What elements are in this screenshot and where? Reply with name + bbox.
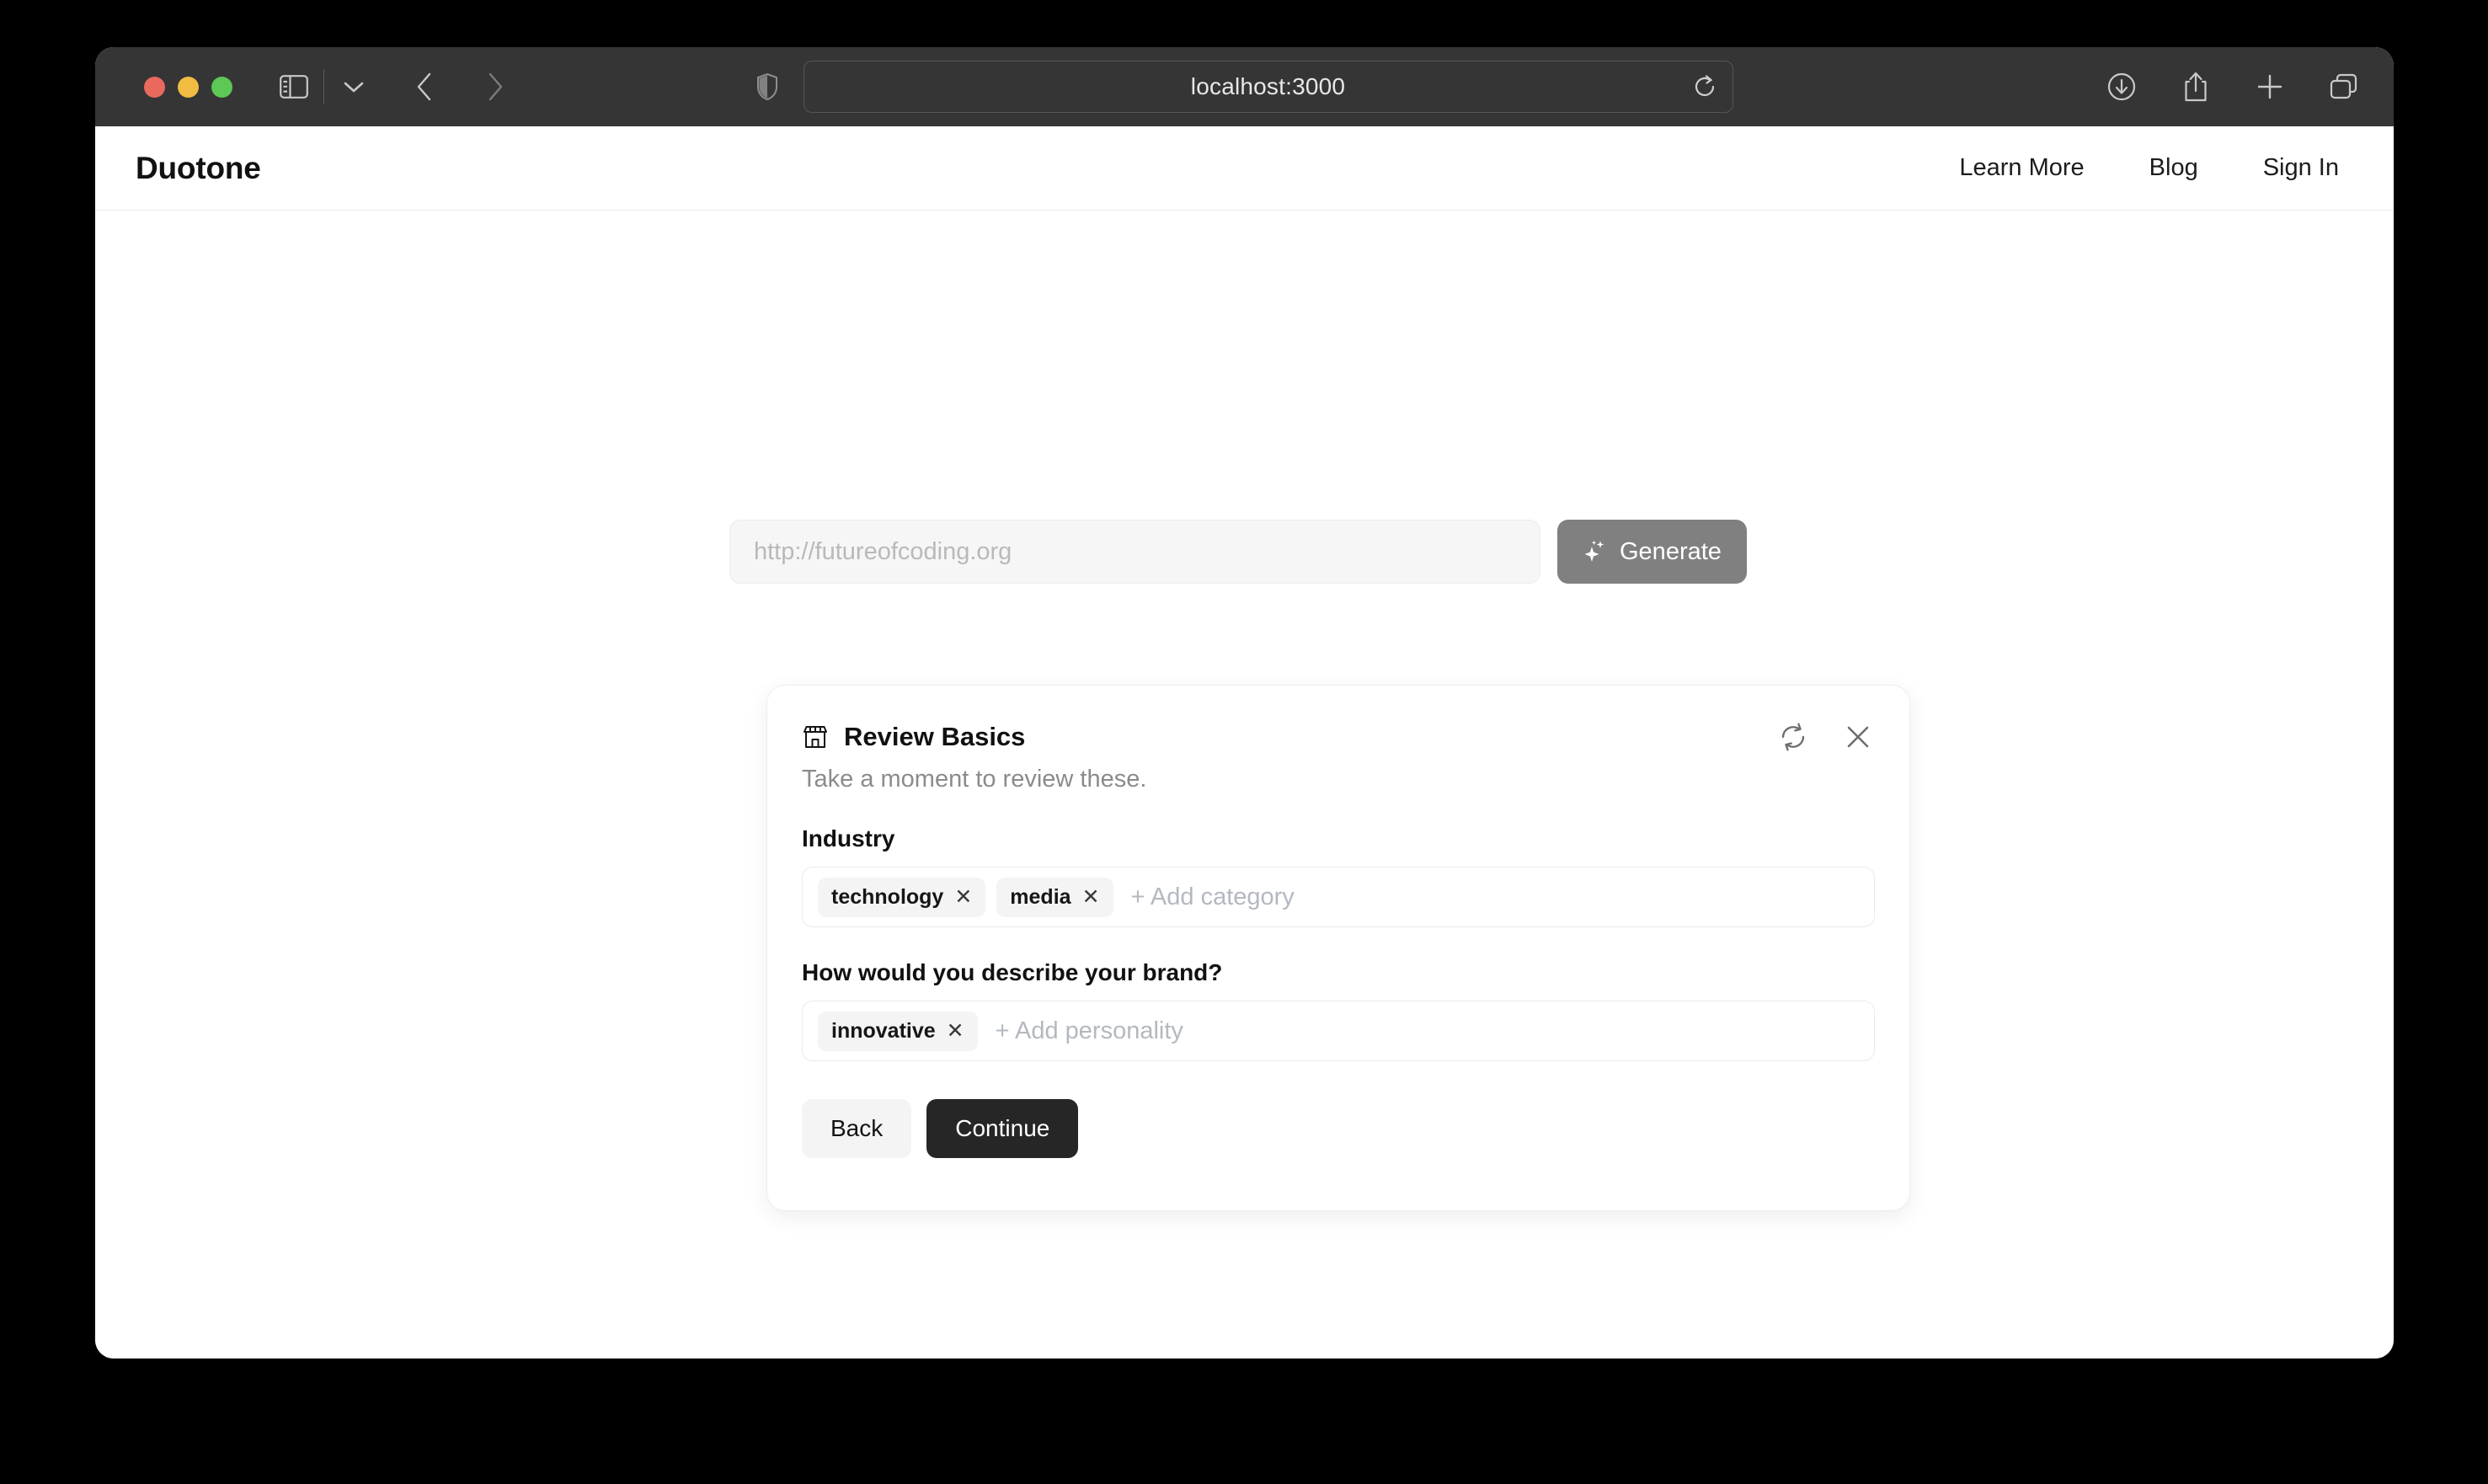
maximize-window-button[interactable] [211,76,232,98]
add-category-placeholder[interactable]: + Add category [1131,883,1295,911]
privacy-shield-icon[interactable] [756,73,778,100]
tag-label: innovative [831,1018,936,1043]
browser-toolbar-right [2101,66,2365,108]
tag-remove-icon[interactable]: ✕ [947,1020,964,1042]
storefront-icon [802,723,829,750]
generate-button-label: Generate [1620,537,1722,565]
nav-link-learn-more[interactable]: Learn More [1959,154,2084,182]
address-bar-text: localhost:3000 [1190,73,1346,99]
card-footer: Back Continue [802,1099,1875,1158]
browser-window: localhost:3000 Duotone Learn More Blog S… [95,47,2394,1359]
tag-innovative[interactable]: innovative ✕ [818,1011,978,1051]
tag-label: technology [831,884,944,909]
address-bar[interactable]: localhost:3000 [803,61,1733,113]
url-input[interactable]: http://futureofcoding.org [729,520,1540,584]
traffic-lights [144,76,232,98]
nav-link-blog[interactable]: Blog [2149,154,2198,182]
close-window-button[interactable] [144,76,165,98]
url-input-placeholder: http://futureofcoding.org [754,537,1012,565]
brand-logo[interactable]: Duotone [136,151,261,186]
back-button[interactable]: Back [802,1099,912,1158]
card-title: Review Basics [844,722,1026,751]
sparkles-icon [1583,539,1608,564]
tag-remove-icon[interactable]: ✕ [1082,886,1100,908]
chevron-down-icon[interactable] [329,62,378,111]
field-label-brand: How would you describe your brand? [802,959,1223,985]
refresh-icon[interactable] [1779,723,1807,751]
close-icon[interactable] [1845,723,1871,750]
page-content: Duotone Learn More Blog Sign In http://f… [95,126,2394,1359]
minimize-window-button[interactable] [178,76,199,98]
card-subtitle: Take a moment to review these. [802,766,1147,793]
url-bar-zone: localhost:3000 [756,61,1733,113]
sidebar-icon[interactable] [270,62,318,111]
downloads-icon[interactable] [2101,66,2143,108]
back-arrow-icon[interactable] [400,62,449,111]
industry-tag-input[interactable]: technology ✕ media ✕ + Add category [802,867,1875,927]
tag-technology[interactable]: technology ✕ [818,877,986,917]
add-personality-placeholder[interactable]: + Add personality [996,1017,1183,1045]
toolbar-divider [323,69,324,104]
site-nav: Learn More Blog Sign In [1959,154,2347,182]
personality-tag-input[interactable]: innovative ✕ + Add personality [802,1001,1875,1061]
new-tab-icon[interactable] [2249,66,2291,108]
browser-nav-group [270,62,520,111]
review-basics-card: Review Basics Take a moment to review th… [766,685,1910,1211]
continue-button[interactable]: Continue [926,1099,1079,1158]
tag-media[interactable]: media ✕ [996,877,1113,917]
browser-titlebar: localhost:3000 [95,47,2394,126]
reload-icon[interactable] [1694,74,1717,99]
forward-arrow-icon[interactable] [471,62,520,111]
tab-overview-icon[interactable] [2323,66,2365,108]
tag-label: media [1010,884,1071,909]
generator-row: http://futureofcoding.org Generate [729,520,1747,584]
card-actions [1779,723,1875,751]
nav-link-sign-in[interactable]: Sign In [2263,154,2339,182]
generate-button[interactable]: Generate [1557,520,1747,584]
card-header: Review Basics [802,722,1875,752]
share-icon[interactable] [2175,66,2217,108]
tag-remove-icon[interactable]: ✕ [954,886,972,908]
field-label-industry: Industry [802,825,895,851]
site-header: Duotone Learn More Blog Sign In [95,126,2394,211]
card-title-group: Review Basics [802,722,1025,752]
